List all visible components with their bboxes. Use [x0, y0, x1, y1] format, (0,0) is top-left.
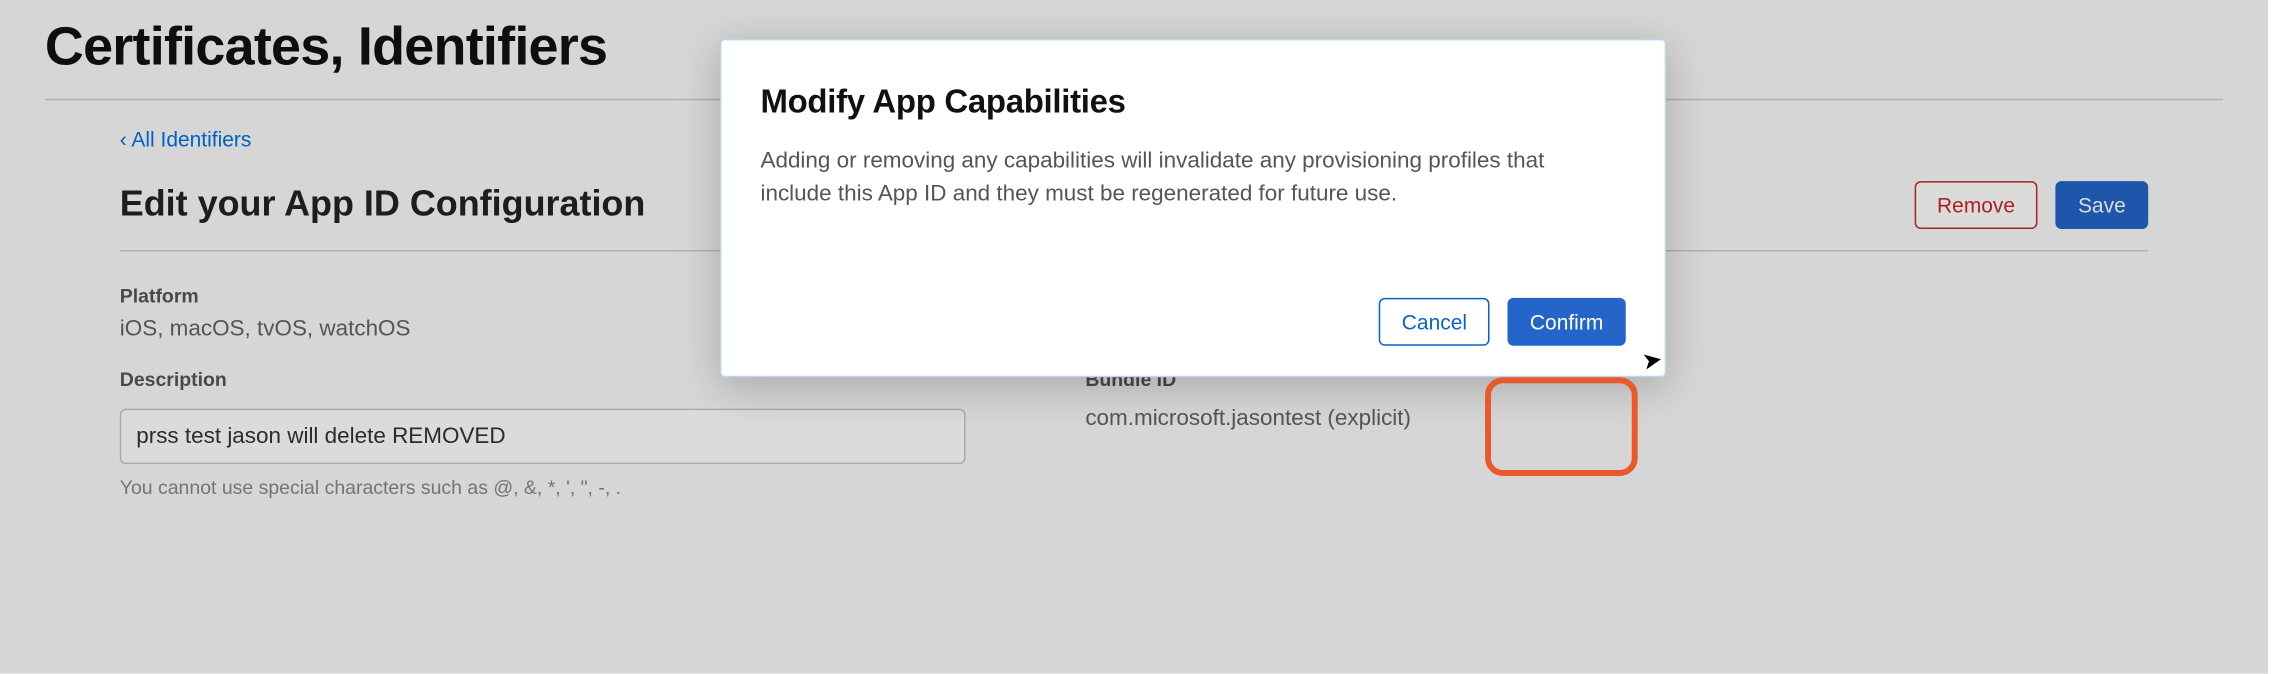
- modal-actions: Cancel Confirm: [760, 297, 1625, 345]
- bundle-col: Bundle ID com.microsoft.jasontest (expli…: [1085, 368, 1411, 498]
- cancel-button[interactable]: Cancel: [1379, 297, 1489, 345]
- confirm-button[interactable]: Confirm: [1507, 297, 1625, 345]
- bundle-id-value: com.microsoft.jasontest (explicit): [1085, 406, 1411, 431]
- save-button[interactable]: Save: [2055, 181, 2148, 229]
- modal-title: Modify App Capabilities: [760, 82, 1625, 121]
- description-bundle-row: Description You cannot use special chara…: [120, 368, 2148, 498]
- config-title: Edit your App ID Configuration: [120, 184, 646, 226]
- modal-body-text: Adding or removing any capabilities will…: [760, 145, 1568, 210]
- description-input[interactable]: [120, 409, 966, 464]
- action-buttons: Remove Save: [1915, 181, 2149, 229]
- description-help: You cannot use special characters such a…: [120, 476, 966, 498]
- page-root: Certificates, Identifiers ‹ All Identifi…: [0, 0, 2268, 674]
- back-all-identifiers-link[interactable]: ‹ All Identifiers: [120, 127, 252, 151]
- modify-capabilities-modal: Modify App Capabilities Adding or removi…: [720, 39, 1666, 377]
- remove-button[interactable]: Remove: [1915, 181, 2038, 229]
- description-col: Description You cannot use special chara…: [120, 368, 966, 498]
